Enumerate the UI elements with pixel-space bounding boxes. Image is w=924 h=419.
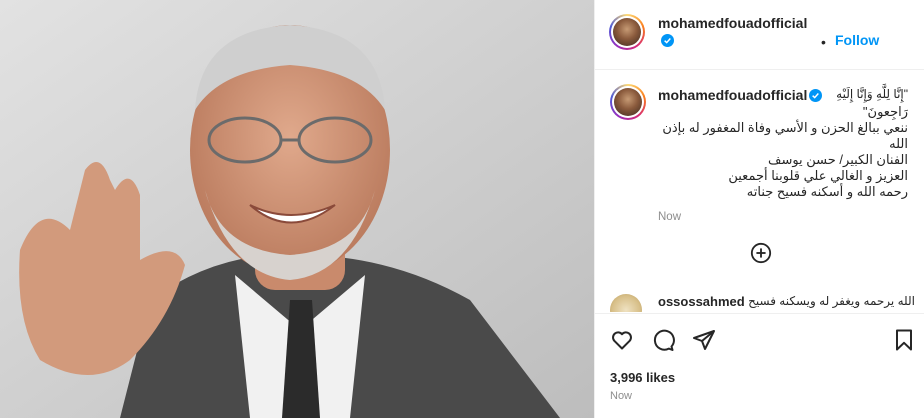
paper-plane-icon[interactable] bbox=[692, 328, 716, 352]
avatar-image bbox=[614, 88, 642, 116]
commenter-avatar[interactable] bbox=[610, 294, 642, 312]
bookmark-icon[interactable] bbox=[892, 328, 916, 352]
caption-line-5: العزيز و الغالي علي قلوبنا أجمعين bbox=[728, 168, 908, 183]
caption-text: mohamedfouadofficial "إِنَّا لِلَّهِ وَإ… bbox=[658, 86, 908, 225]
author-username[interactable]: mohamedfouadofficial bbox=[658, 14, 818, 50]
header-separator: • bbox=[821, 34, 826, 50]
comment-text: الله يرحمه ويغفر له ويسكنه فسيح bbox=[748, 294, 915, 308]
comment-bubble-icon[interactable] bbox=[651, 328, 675, 352]
author-avatar[interactable] bbox=[609, 14, 645, 50]
follow-button[interactable]: Follow bbox=[835, 32, 879, 48]
post-timestamp: Now bbox=[610, 390, 633, 402]
heart-icon[interactable] bbox=[610, 328, 634, 352]
caption-line-1: "إِنَّا لِلَّهِ وَإِنَّا إِلَيْهِ bbox=[836, 87, 908, 101]
post-actions: 3,996 likes Now bbox=[595, 313, 924, 419]
commenter-username[interactable]: ossossahmed bbox=[658, 294, 745, 309]
verified-badge-icon bbox=[809, 89, 822, 102]
author-username-text[interactable]: mohamedfouadofficial bbox=[658, 15, 807, 31]
verified-badge-icon bbox=[661, 34, 674, 47]
post-photo-illustration bbox=[0, 0, 594, 418]
caption-line-3: ننعي ببالغ الحزن و الأسي وفاة المغفور له… bbox=[662, 120, 908, 151]
caption-line-4: الفنان الكبير/ حسن يوسف bbox=[767, 152, 908, 167]
avatar-image bbox=[613, 18, 641, 46]
caption-line-6: رحمه الله و أسكنه فسيح جناته bbox=[746, 184, 908, 199]
comment-item: ossossahmed الله يرحمه ويغفر له ويسكنه ف… bbox=[610, 292, 915, 312]
caption-username[interactable]: mohamedfouadofficial bbox=[658, 86, 807, 104]
caption-avatar[interactable] bbox=[610, 84, 646, 120]
caption-timestamp: Now bbox=[658, 211, 682, 223]
post-header: mohamedfouadofficial • Follow bbox=[595, 0, 924, 70]
caption-line-2: رَاجِعونَ" bbox=[862, 104, 908, 119]
plus-circle-icon[interactable] bbox=[750, 242, 772, 264]
post-side-panel: mohamedfouadofficial • Follow mohamedfou… bbox=[595, 0, 924, 419]
likes-count[interactable]: 3,996 likes bbox=[610, 370, 675, 385]
post-image[interactable] bbox=[0, 0, 594, 418]
